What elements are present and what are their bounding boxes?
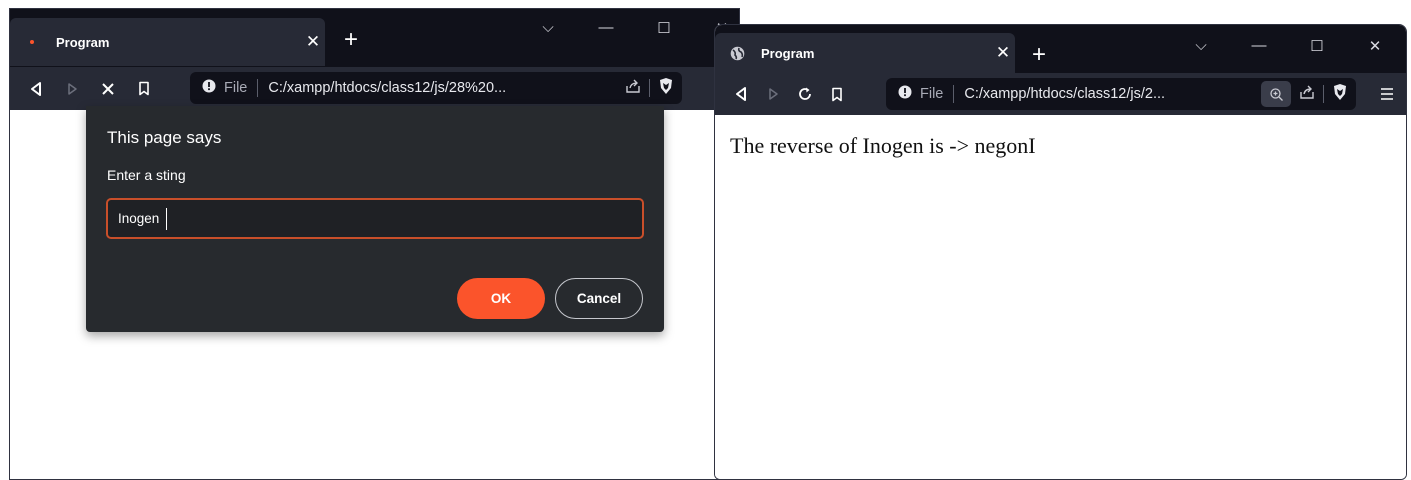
tab-strip: Program ✕ + ⌵ — ☐ ✕ — [715, 25, 1406, 73]
browser-toolbar: File C:/xampp/htdocs/class12/js/28%20... — [10, 67, 739, 110]
back-icon[interactable] — [725, 78, 757, 110]
address-divider — [257, 79, 259, 97]
window-controls: ⌵ — ☐ ✕ — [1172, 37, 1404, 55]
address-bar[interactable]: File C:/xampp/htdocs/class12/js/28%20... — [190, 72, 682, 104]
tab-title: Program — [56, 34, 110, 50]
dialog-message: Enter a sting — [107, 167, 186, 183]
browser-toolbar: File C:/xampp/htdocs/class12/js/2... — [715, 73, 1406, 115]
minimize-button[interactable]: — — [577, 19, 635, 37]
tab-close-button[interactable]: ✕ — [991, 43, 1015, 63]
tab-strip: Program ✕ + ⌵ — ☐ ✕ — [10, 9, 739, 67]
address-divider — [1323, 85, 1324, 103]
address-url[interactable]: C:/xampp/htdocs/class12/js/28%20... — [268, 80, 506, 96]
back-icon[interactable] — [20, 73, 52, 105]
bookmark-icon[interactable] — [128, 73, 160, 105]
address-divider — [953, 85, 955, 103]
text-caret — [166, 208, 167, 230]
info-icon[interactable] — [898, 85, 912, 103]
cancel-button[interactable]: Cancel — [555, 278, 643, 319]
tab-title: Program — [761, 45, 815, 61]
loading-dot-icon — [24, 34, 40, 50]
share-icon[interactable] — [625, 78, 641, 98]
address-actions — [625, 72, 674, 104]
close-window-button[interactable]: ✕ — [1346, 37, 1404, 55]
right-browser-window: Program ✕ + ⌵ — ☐ ✕ File C:/xampp/htdocs… — [714, 24, 1407, 480]
tab-program[interactable]: Program ✕ — [715, 33, 1015, 73]
tab-close-button[interactable]: ✕ — [301, 32, 325, 52]
address-actions — [1261, 78, 1348, 110]
dialog-title: This page says — [107, 128, 222, 147]
zoom-icon[interactable] — [1261, 81, 1291, 107]
maximize-button[interactable]: ☐ — [1288, 37, 1346, 55]
info-icon[interactable] — [202, 79, 216, 97]
forward-icon[interactable] — [56, 73, 88, 105]
tab-search-dropdown-button[interactable]: ⌵ — [519, 19, 577, 37]
address-scheme: File — [224, 80, 248, 96]
forward-icon[interactable] — [757, 78, 789, 110]
globe-icon — [729, 45, 745, 61]
tab-search-dropdown-button[interactable]: ⌵ — [1172, 37, 1230, 55]
brave-shield-icon[interactable] — [658, 77, 674, 99]
stop-icon[interactable] — [92, 73, 124, 105]
address-scheme: File — [920, 86, 944, 102]
new-tab-button[interactable]: + — [344, 28, 358, 52]
new-tab-button[interactable]: + — [1032, 43, 1046, 67]
tab-program[interactable]: Program ✕ — [10, 18, 325, 66]
reload-icon[interactable] — [789, 78, 821, 110]
brave-shield-icon[interactable] — [1332, 83, 1348, 105]
minimize-button[interactable]: — — [1230, 37, 1288, 55]
left-browser-window: Program ✕ + ⌵ — ☐ ✕ File C:/x — [9, 8, 740, 480]
page-output-text: The reverse of Inogen is -> negonI — [730, 133, 1036, 158]
prompt-dialog: This page says Enter a sting OK Cancel — [86, 106, 664, 332]
page-content: The reverse of Inogen is -> negonI — [715, 115, 1406, 479]
share-icon[interactable] — [1299, 84, 1315, 104]
maximize-button[interactable]: ☐ — [635, 19, 693, 37]
address-url[interactable]: C:/xampp/htdocs/class12/js/2... — [964, 86, 1165, 102]
ok-button[interactable]: OK — [457, 278, 545, 319]
prompt-input[interactable] — [106, 198, 644, 239]
address-divider — [649, 79, 650, 97]
address-bar[interactable]: File C:/xampp/htdocs/class12/js/2... — [886, 78, 1356, 110]
bookmark-icon[interactable] — [821, 78, 853, 110]
menu-icon[interactable] — [1376, 83, 1398, 105]
window-controls: ⌵ — ☐ ✕ — [519, 19, 739, 37]
